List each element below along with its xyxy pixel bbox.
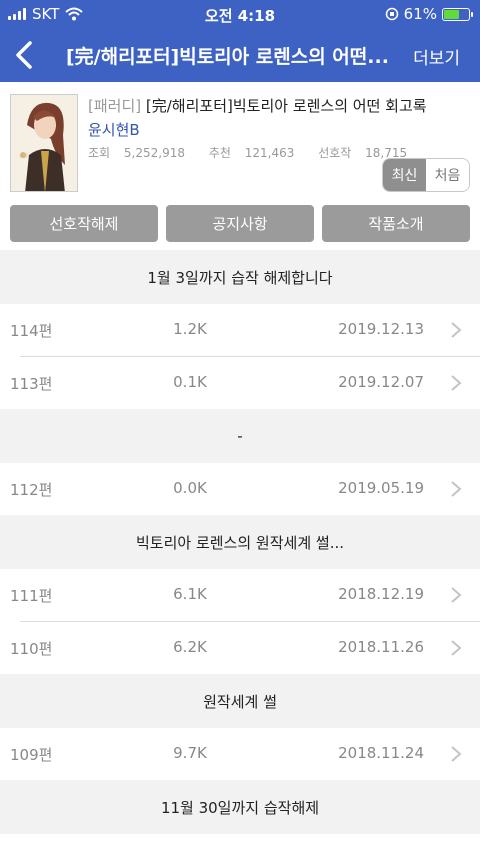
episode-date: 2018.12.19	[338, 585, 424, 603]
action-buttons: 선호작해제 공지사항 작품소개	[10, 205, 470, 242]
recommends-stat: 추천 121,463	[209, 146, 305, 160]
sort-first-button[interactable]: 처음	[426, 159, 469, 191]
battery-percent: 61%	[403, 5, 437, 23]
more-button[interactable]: 더보기	[413, 44, 460, 69]
episode-number: 110편	[10, 640, 53, 658]
novel-title: [完/해리포터]빅토리아 로렌스의 어떤 회고록	[145, 97, 427, 115]
episode-date: 2019.12.13	[338, 320, 424, 338]
chevron-right-icon	[451, 587, 462, 603]
views-value: 5,252,918	[123, 146, 185, 160]
chevron-right-icon	[451, 481, 462, 497]
status-bar: SKT 오전 4:18 61%	[0, 0, 480, 28]
episode-views: 6.1K	[173, 585, 207, 603]
episode-views: 0.0K	[173, 479, 207, 497]
chevron-right-icon	[451, 640, 462, 656]
sort-latest-button[interactable]: 최신	[383, 159, 426, 191]
cover-illustration	[11, 95, 77, 191]
recommends-value: 121,463	[244, 146, 295, 160]
episode-row[interactable]: 111편 6.1K 2018.12.19	[0, 569, 480, 621]
episode-views: 1.2K	[173, 320, 207, 338]
novel-title-line: [패러디] [完/해리포터]빅토리아 로렌스의 어떤 회고록	[88, 95, 472, 116]
battery-icon	[442, 7, 473, 21]
episode-row[interactable]: 114편 1.2K 2019.12.13	[0, 304, 480, 356]
author-notice[interactable]: 1월 3일까지 습작 해제합니다	[0, 250, 480, 304]
author-notice[interactable]: 원작세계 썰	[0, 674, 480, 728]
recommends-label: 추천	[208, 146, 231, 160]
episode-number: 109편	[10, 746, 53, 764]
author-notice[interactable]: -	[0, 409, 480, 463]
episode-number: 111편	[10, 587, 53, 605]
cover-image[interactable]	[10, 94, 78, 192]
episode-views: 9.7K	[173, 744, 207, 762]
episode-views: 6.2K	[173, 638, 207, 656]
episode-date: 2019.05.19	[338, 479, 424, 497]
views-label: 조회	[88, 146, 111, 160]
orientation-lock-icon	[385, 7, 398, 21]
chevron-right-icon	[451, 322, 462, 338]
author-notice[interactable]: 11월 30일까지 습작해제	[0, 780, 480, 834]
top-nav-bar: [完/해리포터]빅토리아 로렌스의 어떤... 더보기	[0, 28, 480, 82]
author-name[interactable]: 윤시현B	[88, 119, 472, 140]
genre-label: [패러디]	[88, 97, 142, 115]
unfavorite-button[interactable]: 선호작해제	[10, 205, 158, 242]
episode-number: 113편	[10, 375, 53, 393]
episode-views: 0.1K	[173, 373, 207, 391]
novel-info-panel: [패러디] [完/해리포터]빅토리아 로렌스의 어떤 회고록 윤시현B 조회 5…	[0, 82, 480, 202]
episode-row[interactable]: 113편 0.1K 2019.12.07	[0, 357, 480, 409]
back-arrow-icon[interactable]	[10, 38, 40, 72]
novel-meta: [패러디] [完/해리포터]빅토리아 로렌스의 어떤 회고록 윤시현B 조회 5…	[88, 95, 472, 161]
favorites-label: 선호작	[318, 146, 352, 160]
episode-row[interactable]: 109편 9.7K 2018.11.24	[0, 728, 480, 780]
nav-title: [完/해리포터]빅토리아 로렌스의 어떤...	[66, 46, 389, 68]
episode-row[interactable]: 112편 0.0K 2019.05.19	[0, 463, 480, 515]
episode-number: 114편	[10, 322, 53, 340]
episode-number: 112편	[10, 481, 53, 499]
sort-toggle: 최신 처음	[382, 158, 470, 192]
battery-fill	[444, 9, 459, 19]
episode-date: 2018.11.24	[338, 744, 424, 762]
episode-date: 2018.11.26	[338, 638, 424, 656]
chevron-right-icon	[451, 375, 462, 391]
author-notice[interactable]: 빅토리아 로렌스의 원작세계 썰...	[0, 515, 480, 569]
episode-list: 1월 3일까지 습작 해제합니다 114편 1.2K 2019.12.13 11…	[0, 250, 480, 834]
episode-date: 2019.12.07	[338, 373, 424, 391]
notice-button[interactable]: 공지사항	[166, 205, 314, 242]
episode-row[interactable]: 110편 6.2K 2018.11.26	[0, 622, 480, 674]
status-right: 61%	[385, 5, 473, 23]
intro-button[interactable]: 작품소개	[322, 205, 470, 242]
views-stat: 조회 5,252,918	[88, 146, 195, 160]
chevron-right-icon	[451, 746, 462, 762]
